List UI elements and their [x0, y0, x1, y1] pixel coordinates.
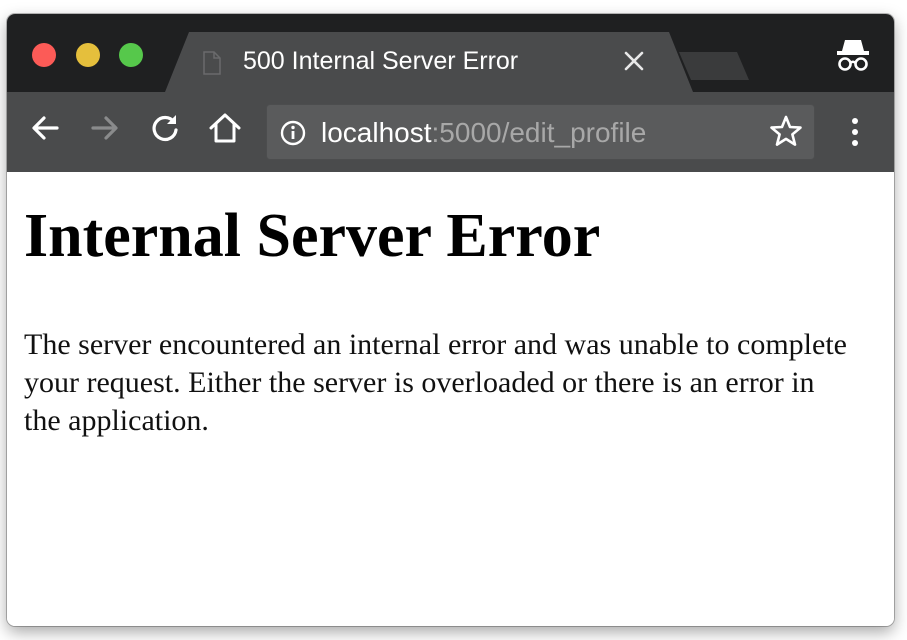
- new-tab-button[interactable]: [679, 52, 749, 80]
- address-url[interactable]: localhost:5000/edit_profile: [321, 115, 646, 151]
- star-icon[interactable]: [769, 114, 803, 148]
- url-host: localhost: [321, 117, 432, 148]
- browser-window: 500 Internal Server Error localhost:5000…: [7, 14, 894, 626]
- url-path: :5000/edit_profile: [431, 117, 647, 148]
- window-close-button[interactable]: [32, 43, 56, 67]
- tab-title: 500 Internal Server Error: [243, 47, 519, 75]
- close-icon[interactable]: [621, 48, 647, 74]
- error-message: The server encountered an internal error…: [24, 328, 847, 437]
- forward-arrow-icon[interactable]: [87, 110, 123, 146]
- reload-icon[interactable]: [147, 110, 183, 146]
- page-title: Internal Server Error: [24, 202, 601, 270]
- window-maximize-button[interactable]: [119, 43, 143, 67]
- back-arrow-icon[interactable]: [27, 110, 63, 146]
- window-minimize-button[interactable]: [76, 43, 100, 67]
- page-content: Internal Server Error The server encount…: [7, 172, 894, 626]
- info-icon[interactable]: [280, 120, 306, 146]
- document-icon: [203, 51, 221, 75]
- kebab-menu-icon[interactable]: [843, 114, 867, 150]
- home-icon[interactable]: [207, 110, 243, 146]
- incognito-icon: [833, 36, 873, 74]
